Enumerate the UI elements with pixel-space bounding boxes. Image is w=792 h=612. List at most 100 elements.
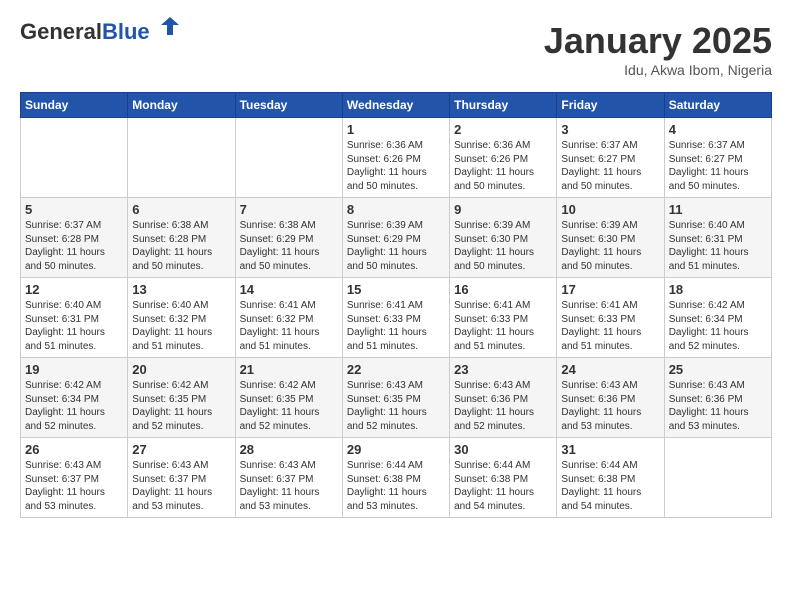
- day-info: Sunrise: 6:42 AMSunset: 6:35 PMDaylight:…: [240, 379, 338, 433]
- day-info: Sunrise: 6:43 AMSunset: 6:37 PMDaylight:…: [240, 459, 338, 513]
- day-info: Sunrise: 6:38 AMSunset: 6:28 PMDaylight:…: [132, 219, 230, 273]
- day-info: Sunrise: 6:36 AMSunset: 6:26 PMDaylight:…: [347, 139, 445, 193]
- calendar-cell: 30 Sunrise: 6:44 AMSunset: 6:38 PMDayligh…: [450, 438, 557, 518]
- day-info: Sunrise: 6:42 AMSunset: 6:34 PMDaylight:…: [669, 299, 767, 353]
- day-info: Sunrise: 6:40 AMSunset: 6:32 PMDaylight:…: [132, 299, 230, 353]
- weekday-monday: Monday: [128, 93, 235, 118]
- day-info: Sunrise: 6:43 AMSunset: 6:35 PMDaylight:…: [347, 379, 445, 433]
- day-info: Sunrise: 6:44 AMSunset: 6:38 PMDaylight:…: [347, 459, 445, 513]
- logo-blue-text: Blue: [102, 19, 150, 44]
- day-number: 3: [561, 122, 659, 137]
- logo: GeneralBlue: [20, 20, 181, 44]
- day-number: 28: [240, 442, 338, 457]
- calendar-cell: 16 Sunrise: 6:41 AMSunset: 6:33 PMDayligh…: [450, 278, 557, 358]
- calendar-cell: [664, 438, 771, 518]
- calendar-title: January 2025: [544, 20, 772, 62]
- day-info: Sunrise: 6:43 AMSunset: 6:37 PMDaylight:…: [25, 459, 123, 513]
- day-number: 26: [25, 442, 123, 457]
- calendar-cell: 22 Sunrise: 6:43 AMSunset: 6:35 PMDayligh…: [342, 358, 449, 438]
- day-info: Sunrise: 6:44 AMSunset: 6:38 PMDaylight:…: [561, 459, 659, 513]
- weekday-sunday: Sunday: [21, 93, 128, 118]
- calendar-row: 1Sunrise: 6:36 AMSunset: 6:26 PMDaylight…: [21, 118, 772, 198]
- day-number: 16: [454, 282, 552, 297]
- day-info: Sunrise: 6:43 AMSunset: 6:36 PMDaylight:…: [561, 379, 659, 433]
- weekday-friday: Friday: [557, 93, 664, 118]
- day-number: 8: [347, 202, 445, 217]
- day-number: 10: [561, 202, 659, 217]
- day-info: Sunrise: 6:41 AMSunset: 6:33 PMDaylight:…: [454, 299, 552, 353]
- calendar-cell: 19 Sunrise: 6:42 AMSunset: 6:34 PMDayligh…: [21, 358, 128, 438]
- calendar-cell: 8 Sunrise: 6:39 AMSunset: 6:29 PMDaylight…: [342, 198, 449, 278]
- calendar-row: 19 Sunrise: 6:42 AMSunset: 6:34 PMDayligh…: [21, 358, 772, 438]
- calendar-cell: 7 Sunrise: 6:38 AMSunset: 6:29 PMDaylight…: [235, 198, 342, 278]
- calendar-cell: 21 Sunrise: 6:42 AMSunset: 6:35 PMDayligh…: [235, 358, 342, 438]
- day-info: Sunrise: 6:41 AMSunset: 6:33 PMDaylight:…: [347, 299, 445, 353]
- day-info: Sunrise: 6:39 AMSunset: 6:30 PMDaylight:…: [454, 219, 552, 273]
- day-info: Sunrise: 6:43 AMSunset: 6:36 PMDaylight:…: [669, 379, 767, 433]
- day-info: Sunrise: 6:43 AMSunset: 6:36 PMDaylight:…: [454, 379, 552, 433]
- weekday-saturday: Saturday: [664, 93, 771, 118]
- calendar-cell: 13 Sunrise: 6:40 AMSunset: 6:32 PMDayligh…: [128, 278, 235, 358]
- calendar-cell: 29Sunrise: 6:44 AMSunset: 6:38 PMDayligh…: [342, 438, 449, 518]
- day-info: Sunrise: 6:42 AMSunset: 6:35 PMDaylight:…: [132, 379, 230, 433]
- calendar-cell: 26 Sunrise: 6:43 AMSunset: 6:37 PMDayligh…: [21, 438, 128, 518]
- day-number: 14: [240, 282, 338, 297]
- day-info: Sunrise: 6:43 AMSunset: 6:37 PMDaylight:…: [132, 459, 230, 513]
- calendar-subtitle: Idu, Akwa Ibom, Nigeria: [544, 62, 772, 78]
- calendar-table: SundayMondayTuesdayWednesdayThursdayFrid…: [20, 92, 772, 518]
- calendar-row: 26 Sunrise: 6:43 AMSunset: 6:37 PMDayligh…: [21, 438, 772, 518]
- calendar-cell: 2Sunrise: 6:36 AMSunset: 6:26 PMDaylight…: [450, 118, 557, 198]
- day-number: 7: [240, 202, 338, 217]
- calendar-cell: 12Sunrise: 6:40 AMSunset: 6:31 PMDayligh…: [21, 278, 128, 358]
- calendar-cell: 11Sunrise: 6:40 AMSunset: 6:31 PMDayligh…: [664, 198, 771, 278]
- day-number: 21: [240, 362, 338, 377]
- header: GeneralBlue January 2025 Idu, Akwa Ibom,…: [20, 20, 772, 78]
- day-info: Sunrise: 6:44 AMSunset: 6:38 PMDaylight:…: [454, 459, 552, 513]
- day-number: 30: [454, 442, 552, 457]
- calendar-cell: [21, 118, 128, 198]
- day-number: 6: [132, 202, 230, 217]
- day-number: 19: [25, 362, 123, 377]
- day-number: 20: [132, 362, 230, 377]
- calendar-cell: 9Sunrise: 6:39 AMSunset: 6:30 PMDaylight…: [450, 198, 557, 278]
- calendar-row: 5Sunrise: 6:37 AMSunset: 6:28 PMDaylight…: [21, 198, 772, 278]
- logo-general-text: General: [20, 19, 102, 44]
- calendar-cell: 15Sunrise: 6:41 AMSunset: 6:33 PMDayligh…: [342, 278, 449, 358]
- weekday-header-row: SundayMondayTuesdayWednesdayThursdayFrid…: [21, 93, 772, 118]
- weekday-tuesday: Tuesday: [235, 93, 342, 118]
- day-number: 22: [347, 362, 445, 377]
- day-info: Sunrise: 6:39 AMSunset: 6:30 PMDaylight:…: [561, 219, 659, 273]
- day-number: 27: [132, 442, 230, 457]
- day-number: 31: [561, 442, 659, 457]
- day-info: Sunrise: 6:42 AMSunset: 6:34 PMDaylight:…: [25, 379, 123, 433]
- calendar-cell: 6 Sunrise: 6:38 AMSunset: 6:28 PMDaylight…: [128, 198, 235, 278]
- day-info: Sunrise: 6:38 AMSunset: 6:29 PMDaylight:…: [240, 219, 338, 273]
- day-number: 23: [454, 362, 552, 377]
- calendar-cell: [128, 118, 235, 198]
- day-number: 25: [669, 362, 767, 377]
- day-number: 18: [669, 282, 767, 297]
- day-info: Sunrise: 6:40 AMSunset: 6:31 PMDaylight:…: [669, 219, 767, 273]
- weekday-wednesday: Wednesday: [342, 93, 449, 118]
- calendar-cell: 24 Sunrise: 6:43 AMSunset: 6:36 PMDayligh…: [557, 358, 664, 438]
- day-info: Sunrise: 6:39 AMSunset: 6:29 PMDaylight:…: [347, 219, 445, 273]
- day-number: 12: [25, 282, 123, 297]
- day-number: 17: [561, 282, 659, 297]
- calendar-cell: 14 Sunrise: 6:41 AMSunset: 6:32 PMDayligh…: [235, 278, 342, 358]
- calendar-cell: 23 Sunrise: 6:43 AMSunset: 6:36 PMDayligh…: [450, 358, 557, 438]
- calendar-cell: [235, 118, 342, 198]
- calendar-cell: 31 Sunrise: 6:44 AMSunset: 6:38 PMDayligh…: [557, 438, 664, 518]
- calendar-cell: 5Sunrise: 6:37 AMSunset: 6:28 PMDaylight…: [21, 198, 128, 278]
- calendar-cell: 28 Sunrise: 6:43 AMSunset: 6:37 PMDayligh…: [235, 438, 342, 518]
- day-number: 24: [561, 362, 659, 377]
- calendar-cell: 20 Sunrise: 6:42 AMSunset: 6:35 PMDayligh…: [128, 358, 235, 438]
- page: GeneralBlue January 2025 Idu, Akwa Ibom,…: [0, 0, 792, 528]
- weekday-thursday: Thursday: [450, 93, 557, 118]
- calendar-cell: 18 Sunrise: 6:42 AMSunset: 6:34 PMDayligh…: [664, 278, 771, 358]
- day-info: Sunrise: 6:41 AMSunset: 6:33 PMDaylight:…: [561, 299, 659, 353]
- calendar-cell: 3Sunrise: 6:37 AMSunset: 6:27 PMDaylight…: [557, 118, 664, 198]
- day-number: 13: [132, 282, 230, 297]
- logo-icon: [159, 15, 181, 37]
- day-info: Sunrise: 6:41 AMSunset: 6:32 PMDaylight:…: [240, 299, 338, 353]
- calendar-cell: 4Sunrise: 6:37 AMSunset: 6:27 PMDaylight…: [664, 118, 771, 198]
